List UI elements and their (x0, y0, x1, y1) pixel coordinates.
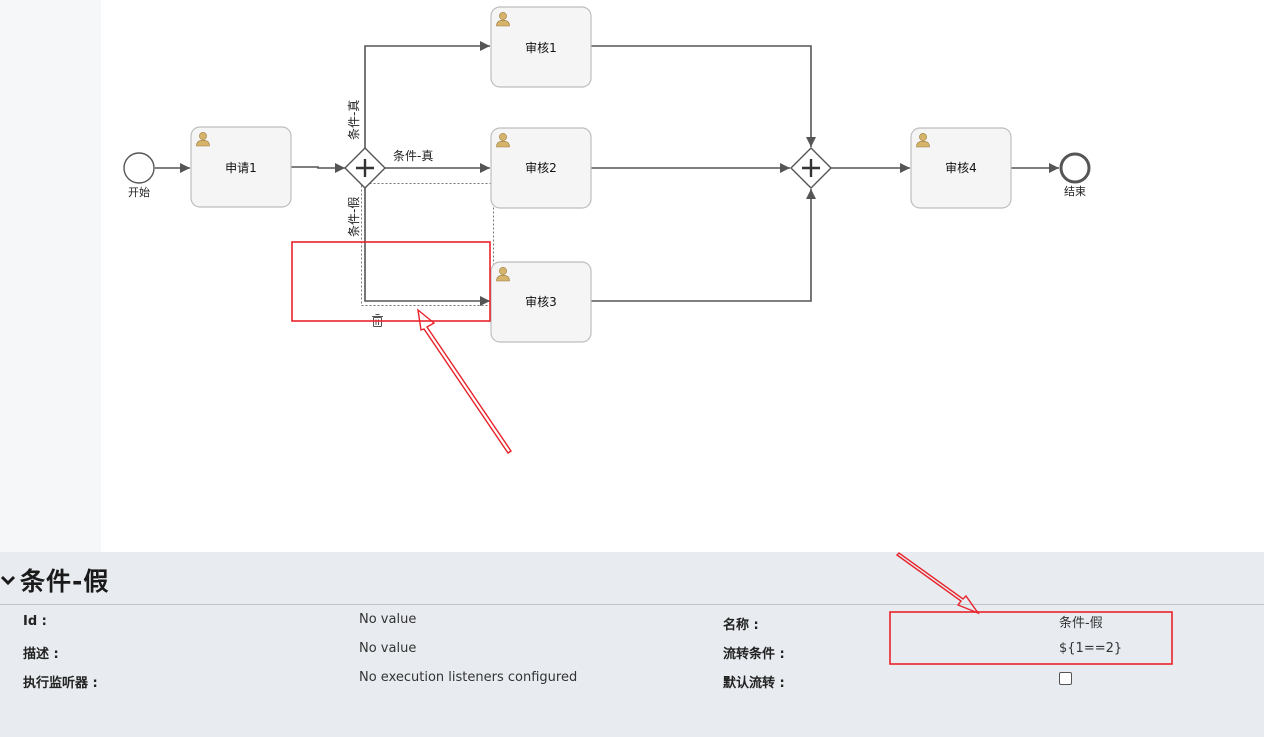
flow-true-upper[interactable] (364, 41, 490, 148)
task-review3[interactable]: 审核3 (490, 261, 592, 343)
flow-review1-to-join[interactable] (591, 45, 816, 147)
task-apply1[interactable]: 申请1 (190, 126, 292, 208)
task-label-review1: 审核1 (525, 40, 557, 55)
properties-header[interactable]: 条件-假 (0, 562, 109, 598)
flow-false-lower[interactable] (364, 188, 490, 306)
flow-review3-to-join[interactable] (591, 189, 816, 302)
flow-label-false-lower[interactable]: 条件-假 (347, 197, 361, 237)
id-label: Id : (23, 614, 47, 629)
task-label-review4: 审核4 (945, 160, 977, 175)
description-value[interactable]: No value (359, 641, 416, 656)
description-label: 描述 : (23, 647, 59, 662)
id-value[interactable]: No value (359, 612, 416, 627)
process-canvas[interactable]: 条件-真 条件-真 条件-假 开始 结束 申请1 审核1 审核2 审核3 审核4 (0, 0, 1264, 552)
name-label: 名称 : (723, 618, 759, 633)
task-review1[interactable]: 审核1 (490, 6, 592, 88)
flow-condition-label: 流转条件 : (723, 647, 785, 662)
start-event-label: 开始 (128, 185, 150, 199)
properties-divider (0, 604, 1264, 605)
bpmn-diagram[interactable]: 条件-真 条件-真 条件-假 开始 结束 申请1 审核1 审核2 审核3 审核4 (0, 0, 1264, 552)
default-flow-checkbox[interactable] (1059, 672, 1072, 685)
end-event[interactable]: 结束 (1059, 152, 1091, 198)
task-review4[interactable]: 审核4 (910, 127, 1012, 209)
task-label-review2: 审核2 (525, 160, 557, 175)
flow-condition-value[interactable]: ${1==2} (1059, 641, 1122, 656)
default-flow-label: 默认流转 : (723, 676, 785, 691)
selection-box (361, 183, 494, 306)
start-event[interactable]: 开始 (123, 152, 155, 199)
chevron-down-icon[interactable] (0, 571, 18, 589)
parallel-gateway-split[interactable] (344, 147, 386, 189)
properties-title: 条件-假 (20, 567, 110, 596)
task-label-review3: 审核3 (525, 294, 557, 309)
execution-listeners-value[interactable]: No execution listeners configured (359, 670, 577, 685)
execution-listeners-label: 执行监听器 : (23, 676, 98, 691)
flow-label-true-upper[interactable]: 条件-真 (347, 100, 361, 140)
end-event-label: 结束 (1064, 185, 1086, 198)
task-review2[interactable]: 审核2 (490, 127, 592, 209)
properties-panel: 条件-假 Id : No value 描述 : No value 执行监听器 :… (0, 552, 1264, 737)
flow-apply1-to-gateway[interactable] (291, 163, 345, 173)
parallel-gateway-join[interactable] (790, 147, 832, 189)
highlight-box-flow (291, 241, 491, 322)
name-value[interactable]: 条件-假 (1059, 612, 1103, 631)
task-label-apply1: 申请1 (225, 161, 257, 175)
flow-label-true-middle[interactable]: 条件-真 (393, 149, 433, 163)
